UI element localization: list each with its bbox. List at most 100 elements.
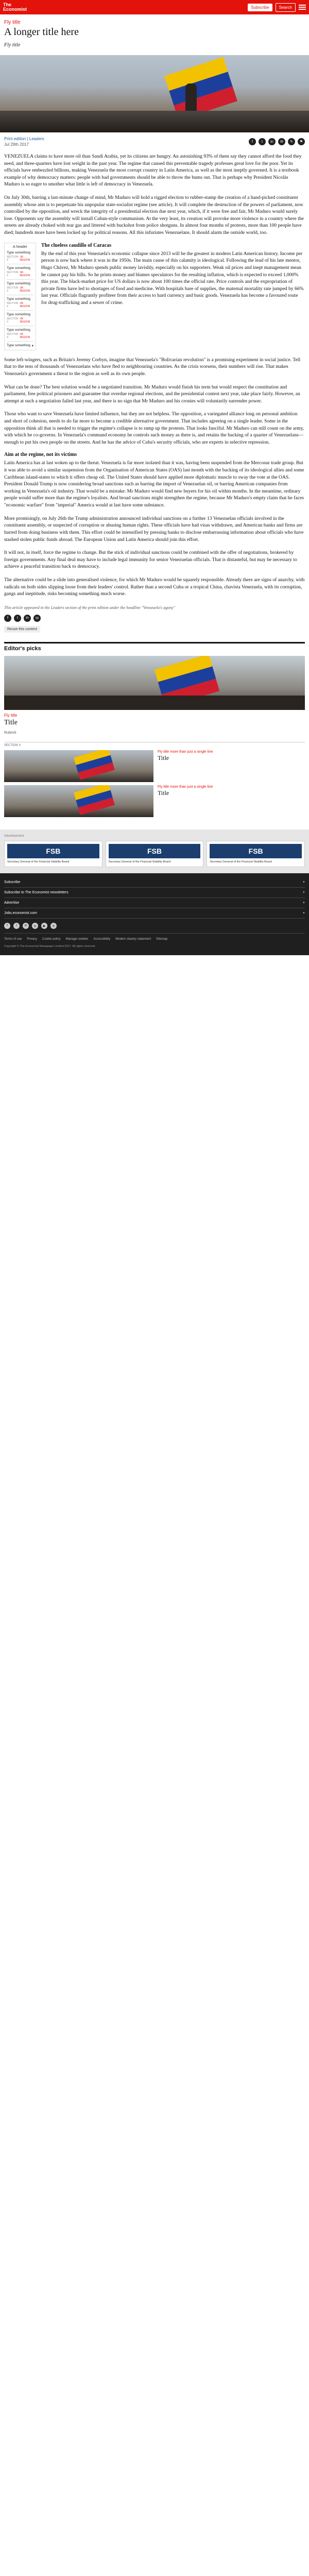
story-fly-title: Fly title more than just a single line [158,750,213,754]
footer-row[interactable]: Subscribe + [4,877,305,888]
story-card[interactable]: Fly title more than just a single line T… [4,785,305,817]
footer-link[interactable]: Sitemap [156,938,167,941]
comment-icon[interactable]: ✎ [288,138,295,145]
reuse-content-button[interactable]: Reuse this content [4,625,40,633]
footer-link[interactable]: Modern slavery statement [115,938,151,941]
footer-row[interactable]: Jobs.economist.com + [4,908,305,919]
linkedin-icon[interactable]: in [268,138,276,145]
related-item-section: SECTION X [7,332,19,339]
footer-row-label: Subscribe [4,880,21,885]
related-item-region: UK REGION [20,332,30,339]
paragraph: VENEZUELA claims to have more oil than S… [4,154,302,188]
related-item-section: SECTION X [7,301,19,308]
related-item-title: Type something [7,266,30,270]
related-item-section: SECTION X [7,270,19,277]
expand-icon: + [302,880,305,885]
related-item[interactable]: Type something SECTION X UK REGION [7,311,33,326]
editors-picks-heading: Editor's picks [4,645,41,652]
paragraph: Some left-wingers, such as Britain's Jer… [4,357,301,377]
related-item-region: UK REGION [20,301,30,308]
logo-line-2: Economist [3,7,27,12]
footer-link[interactable]: Accessibility [93,938,110,941]
related-item-section: SECTION X [7,286,19,293]
paragraph: Latin America has at last woken up to th… [4,460,304,509]
related-item-title: Type something [7,312,30,316]
expand-icon: + [302,911,305,916]
fsb-logo: FSB [7,843,99,858]
footer-row-label: Subscribe to The Economist newsletters [4,891,68,895]
subheading: Aim at the regime, not its victims [4,452,77,458]
related-item-region: UK REGION [20,255,30,262]
job-advert[interactable]: FSB Secretary General of the Financial S… [105,840,204,868]
related-item[interactable]: Type something SECTION X UK REGION [7,264,33,280]
facebook-icon[interactable]: f [4,614,11,622]
facebook-icon[interactable]: f [249,138,256,145]
advert-band: Advertisement FSB Secretary General of t… [0,829,309,874]
subheading: The clueless caudillo of Caracas [41,242,112,248]
editors-pick-title[interactable]: Title [4,719,305,727]
economist-logo[interactable]: The Economist [3,3,27,12]
menu-icon[interactable] [299,5,306,10]
footer-links: Terms of use Privacy Cookie policy Manag… [4,934,305,941]
footer-row-label: Jobs.economist.com [4,911,37,916]
facebook-icon[interactable]: f [4,923,10,929]
subscribe-button[interactable]: Subscribe [248,3,272,11]
search-button[interactable]: Search [275,3,296,12]
expand-icon: + [302,901,305,905]
bookmark-icon[interactable]: ⚑ [298,138,305,145]
email-icon[interactable]: ✉ [278,138,285,145]
paragraph: On July 30th, barring a last-minute chan… [4,195,304,236]
advert-label: Advertisement [4,834,24,838]
story-thumbnail [4,785,153,817]
expand-icon: + [302,891,305,895]
job-advert[interactable]: FSB Secretary General of the Financial S… [4,840,102,868]
story-fly-title: Fly title more than just a single line [158,785,213,789]
related-item[interactable]: Type something SECTION X UK REGION [7,280,33,295]
related-item[interactable]: Type something SECTION X UK REGION [7,295,33,311]
share-bar: f t in ✉ ✎ ⚑ [249,138,305,145]
related-item[interactable]: Type something SECTION X UK REGION [7,326,33,342]
article-date: Jul 29th 2017 [4,142,29,147]
related-item-title: Type something [7,250,30,255]
youtube-icon[interactable]: ▶ [41,923,47,929]
article-fly-title: Fly title [4,20,21,25]
instagram-icon[interactable]: ◎ [32,923,38,929]
related-dropdown[interactable]: Type something ▾ [7,344,33,348]
site-footer: Subscribe + Subscribe to The Economist ne… [0,873,309,956]
footer-link[interactable]: Terms of use [4,938,22,941]
footer-link[interactable]: Cookie policy [42,938,61,941]
linkedin-icon[interactable]: in [23,923,29,929]
editors-pick-fly-title: Fly title [4,713,18,718]
copyright: Copyright © The Economist Newspaper Limi… [4,945,96,948]
related-box: A header Type something SECTION X UK REGI… [4,242,36,350]
editors-pick-rubric: Rubrick [4,731,16,735]
linkedin-icon[interactable]: in [24,614,31,622]
editors-pick-image[interactable] [4,655,305,710]
footer-link[interactable]: Privacy [27,938,37,941]
related-item-region: UK REGION [20,317,30,324]
footer-row[interactable]: Subscribe to The Economist newsletters + [4,888,305,899]
hero-image [0,55,309,132]
paragraph: By the end of this year Venezuela's econ… [41,250,304,306]
twitter-icon[interactable]: t [13,923,20,929]
section-links[interactable]: Print edition | Leaders [4,137,44,141]
related-item[interactable]: Type something SECTION X UK REGION [7,249,33,264]
footer-row[interactable]: Advertise + [4,898,305,909]
related-item-region: UK REGION [20,286,30,293]
related-item-title: Type something [7,281,30,285]
advert-text: Secretary General of the Financial Stabi… [7,860,70,863]
section-label: SECTION X [4,741,305,747]
job-advert[interactable]: FSB Secretary General of the Financial S… [207,840,305,868]
venezuela-flag-image [74,785,115,815]
article-headline: A longer title here [4,26,79,38]
story-card[interactable]: Fly title more than just a single line T… [4,750,305,782]
story-title: Title [158,754,169,761]
footer-social: f t in ◎ ▶ ≋ [4,919,305,934]
rss-icon[interactable]: ≋ [50,923,57,929]
related-dropdown-label: Type something [7,343,30,347]
footer-row-label: Advertise [4,901,20,905]
twitter-icon[interactable]: t [259,138,266,145]
twitter-icon[interactable]: t [14,614,21,622]
email-icon[interactable]: ✉ [33,614,41,622]
footer-link[interactable]: Manage cookies [66,938,89,941]
